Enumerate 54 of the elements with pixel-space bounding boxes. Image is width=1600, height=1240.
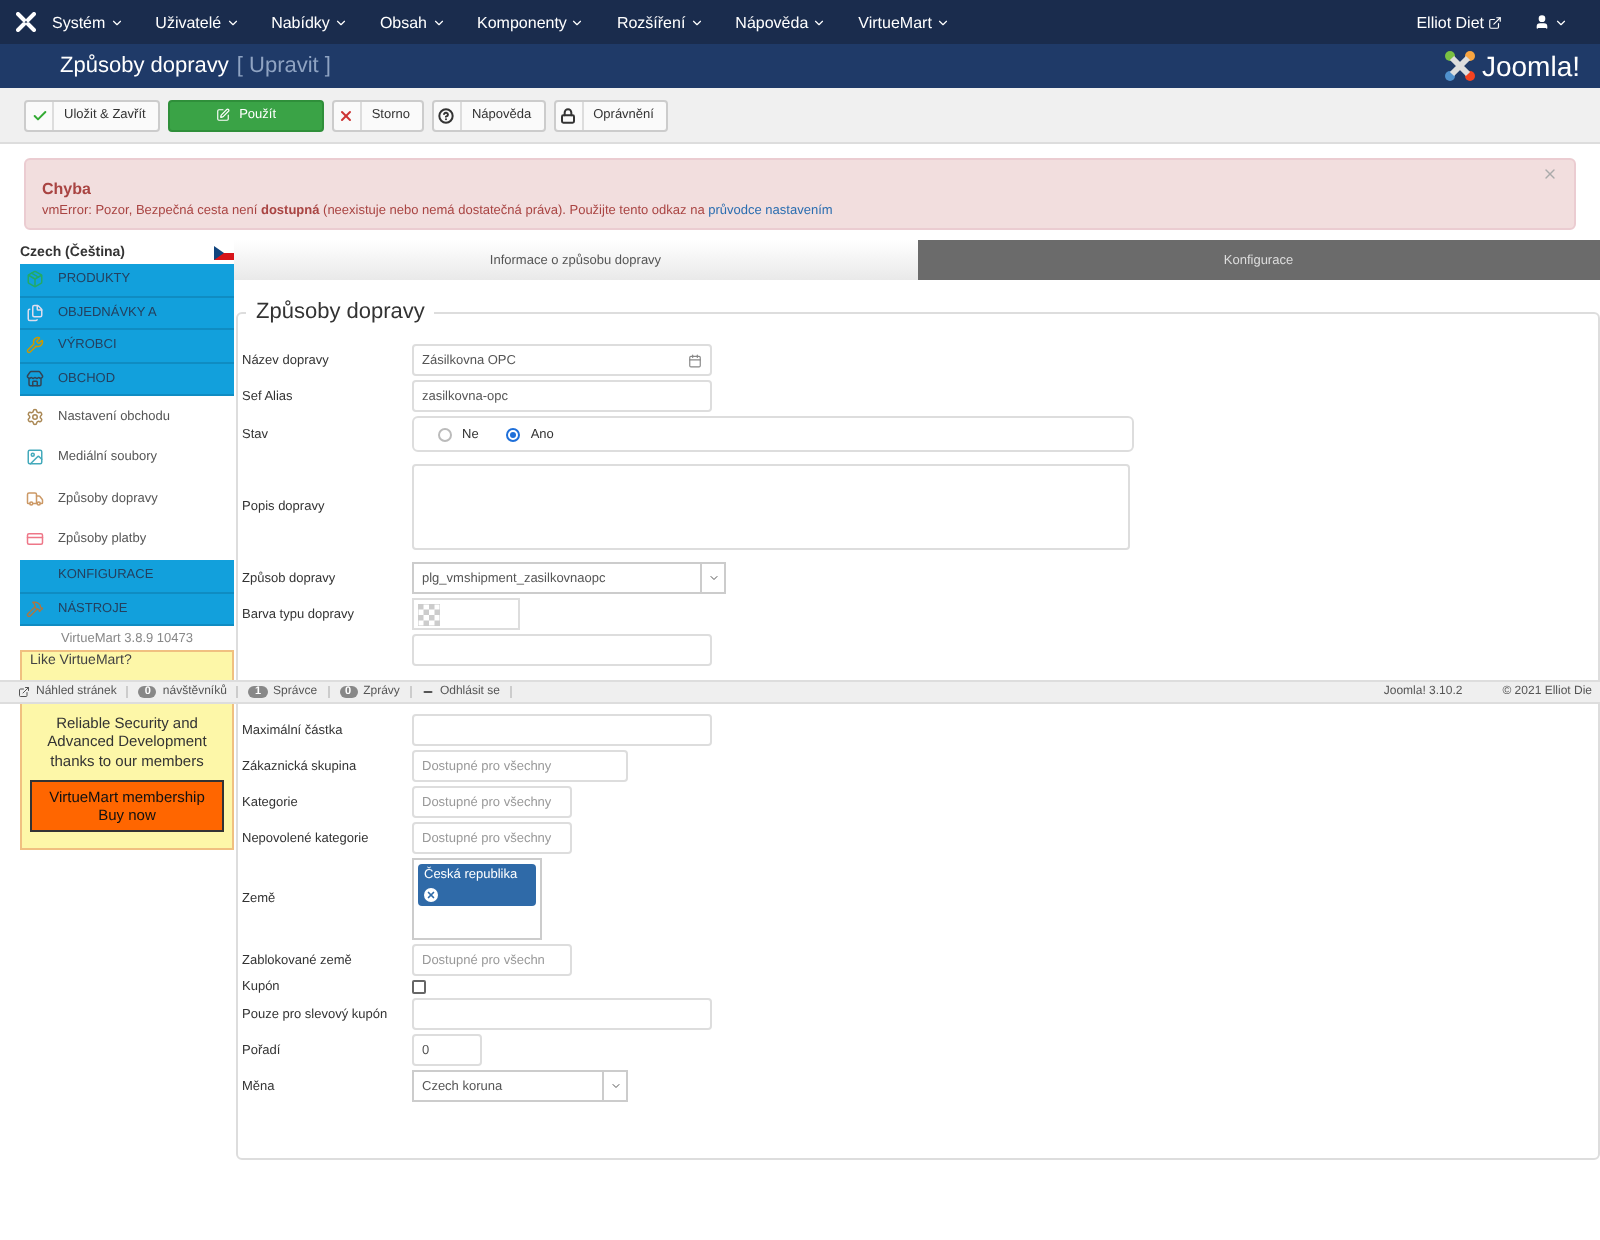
caret-icon <box>707 572 719 584</box>
lock-icon <box>560 107 577 123</box>
menu-item[interactable]: Nápověda <box>719 13 843 31</box>
card-icon <box>26 530 44 549</box>
text-field[interactable] <box>412 714 712 746</box>
menu-item[interactable]: Nabídky <box>255 13 364 31</box>
caret-icon <box>812 15 827 29</box>
czech-flag-icon <box>214 245 234 259</box>
joomla-logo-icon[interactable] <box>16 12 36 32</box>
logo-text: Joomla! <box>1481 50 1580 82</box>
caret-icon <box>109 15 124 29</box>
transparent-swatch-icon <box>418 603 440 625</box>
remove-icon[interactable] <box>424 888 438 902</box>
files-icon <box>26 303 44 322</box>
textarea-field[interactable] <box>412 464 1130 550</box>
tools-icon <box>26 599 44 618</box>
page-subtitle: [ Upravit ] <box>236 54 331 78</box>
edit-icon <box>215 108 230 122</box>
caret-icon <box>1554 15 1568 29</box>
menu-item[interactable]: Uživatelé <box>139 13 256 31</box>
menu-item[interactable]: Rozšíření <box>600 13 720 31</box>
checkbox[interactable] <box>412 980 426 994</box>
caret-icon <box>225 15 240 29</box>
form-legend: Způsoby dopravy <box>246 300 435 324</box>
caret-icon <box>609 1080 621 1092</box>
check-icon <box>31 107 47 123</box>
minus-icon <box>421 686 434 698</box>
truck-icon <box>26 489 44 508</box>
joomla-logo-icon <box>1443 50 1476 82</box>
image-icon <box>26 448 44 467</box>
alert-title: Chyba <box>42 180 91 198</box>
caret-icon <box>935 15 950 29</box>
shop-icon <box>26 369 44 388</box>
color-picker[interactable] <box>412 598 520 630</box>
page-title: Způsoby dopravy <box>60 54 229 78</box>
caret-icon <box>431 15 446 29</box>
wrench-icon <box>26 336 44 355</box>
box-icon <box>26 270 44 289</box>
user-site-link[interactable]: Elliot Diet <box>1400 13 1518 31</box>
settings-icon <box>26 407 44 426</box>
menu-item[interactable]: VirtueMart <box>842 13 966 31</box>
menu-item[interactable]: Komponenty <box>461 13 601 31</box>
text-field[interactable] <box>412 998 712 1030</box>
help-icon <box>438 107 455 123</box>
menu-item[interactable]: Systém <box>36 13 140 31</box>
external-link-icon <box>18 686 30 698</box>
caret-icon <box>333 15 348 29</box>
external-link-icon <box>1488 15 1502 29</box>
cancel-icon <box>338 107 355 123</box>
user-icon <box>1534 14 1550 30</box>
caret-icon <box>689 15 704 29</box>
text-field[interactable] <box>412 634 712 666</box>
caret-icon <box>570 15 585 29</box>
menu-item[interactable]: Obsah <box>363 13 462 31</box>
